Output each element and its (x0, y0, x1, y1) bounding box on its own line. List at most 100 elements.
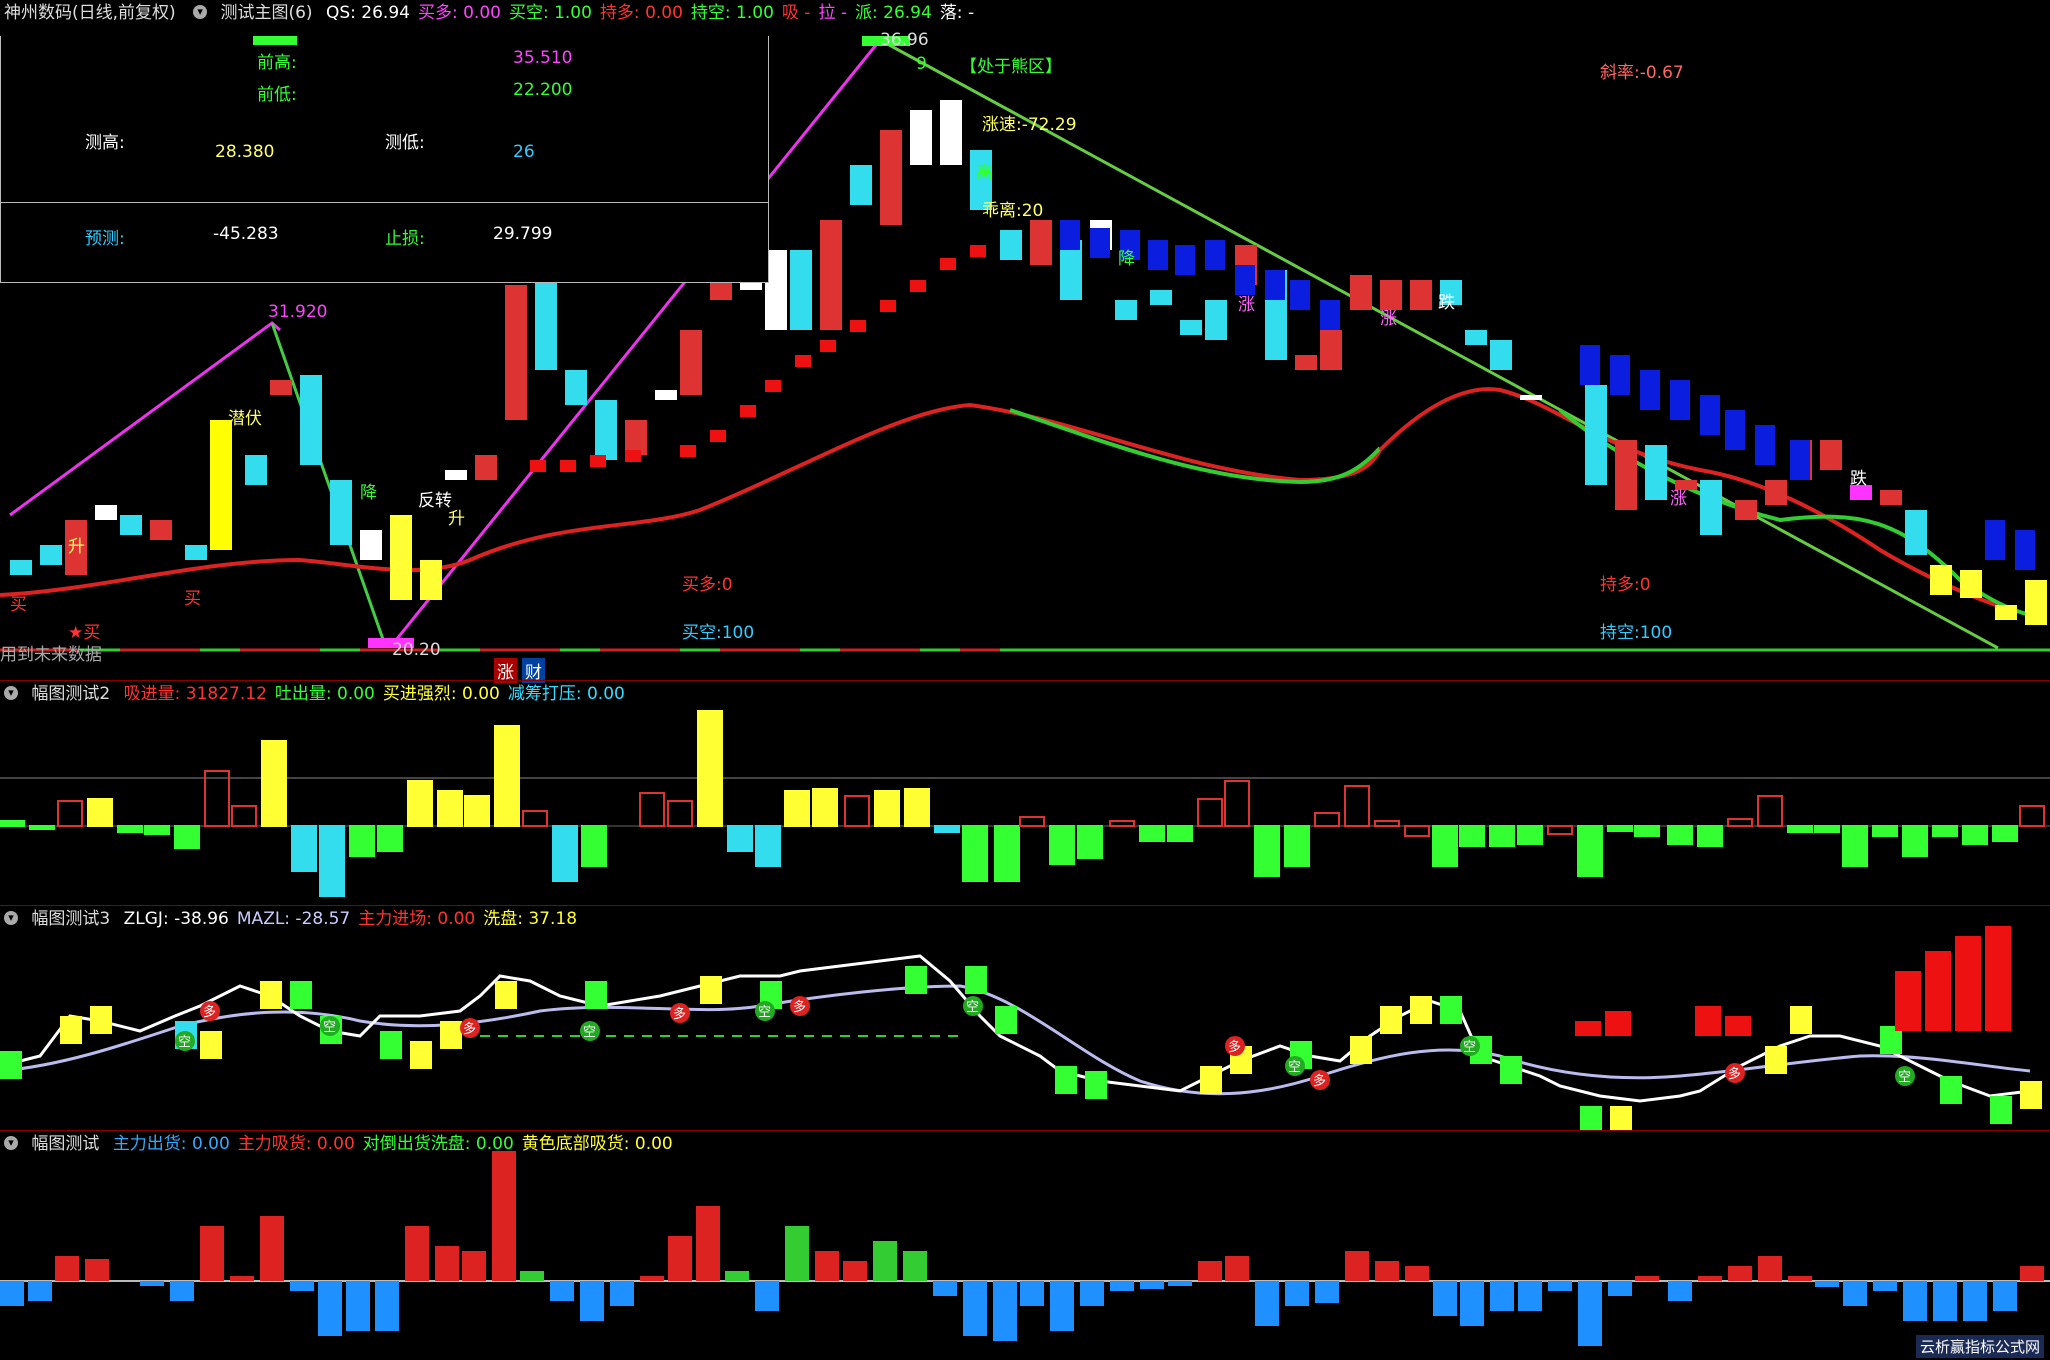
p4-bar (290, 1281, 314, 1291)
p4-bar (1963, 1281, 1987, 1321)
p2-bar (1374, 820, 1400, 827)
p4-bar (1255, 1281, 1279, 1326)
kong-tag-text: 空 (758, 1005, 771, 1020)
duo-tag-text: 多 (1313, 1073, 1326, 1089)
p4-bar (435, 1246, 459, 1281)
red-dash (530, 460, 546, 472)
p2-bar (784, 790, 810, 827)
p2-bar (844, 795, 870, 827)
p3-square (410, 1041, 432, 1069)
duo-tag-text: 多 (793, 999, 806, 1015)
ma-curve-red-2 (1378, 387, 2011, 612)
p2-bar (1489, 825, 1515, 847)
p3-square (585, 981, 607, 1009)
deviation-label: 乖离:20 (982, 201, 1044, 221)
blue-dash (1790, 440, 1810, 480)
candle (535, 280, 557, 370)
p3-square (380, 1031, 402, 1059)
p4-bar (1285, 1281, 1309, 1306)
p2-bar (57, 800, 83, 827)
p3-red-bar (1695, 1006, 1721, 1036)
p4-bar (550, 1281, 574, 1301)
p4-bar (1050, 1281, 1074, 1331)
kong-tag-text: 空 (1898, 1070, 1911, 1085)
p4-bar (405, 1226, 429, 1281)
p2-bar (639, 792, 665, 827)
hidden-label: 潜伏 (228, 409, 262, 429)
measure-low-label: 测低: (385, 133, 425, 153)
candle (1115, 300, 1137, 320)
p2-bar (1842, 825, 1868, 867)
blue-dash (2015, 530, 2035, 570)
p2-bar (1547, 825, 1573, 835)
p4-bar (1728, 1266, 1752, 1281)
p4-bar (346, 1281, 370, 1331)
main-chart-panel[interactable]: 神州数码(日线,前复权) ▾ 测试主图(6) QS: 26.94 买多: 0.00… (0, 0, 2050, 683)
p4-bar (0, 1281, 24, 1306)
p2-bar (1224, 780, 1250, 827)
p4-bar (1873, 1281, 1897, 1291)
p2-bar (29, 825, 55, 830)
duo-tag-text: 多 (1728, 1066, 1741, 1082)
p2-bar (697, 710, 723, 827)
p4-bar (55, 1256, 79, 1281)
p3-square (1940, 1076, 1962, 1104)
blue-dash (1265, 270, 1285, 300)
p3-square (1765, 1046, 1787, 1074)
prev-high-value: 35.510 (513, 48, 573, 68)
jump-label: 跌 (1438, 293, 1455, 313)
kong-tag-text: 空 (1288, 1060, 1301, 1075)
jump-label-2: 跌 (1850, 469, 1867, 489)
rise-label-3: 涨 (1670, 489, 1687, 509)
p4-bar (230, 1276, 254, 1281)
p2-bar (1344, 785, 1370, 827)
sub-chart-4-bars[interactable] (0, 1131, 2050, 1360)
p2-bar (319, 825, 345, 897)
candle (1410, 280, 1432, 310)
candle (475, 455, 497, 480)
peak-price-label: 36.96 (880, 30, 929, 50)
p4-bar (696, 1206, 720, 1281)
red-dash (850, 320, 866, 332)
p3-red-bar (1925, 951, 1951, 1031)
hold-short-label: 持空:100 (1600, 623, 1673, 643)
sub-chart-3-lines[interactable]: 多多多 多多多 多空空 空空 空空空空 (0, 906, 2050, 1130)
p4-bar (640, 1276, 664, 1281)
duo-tag-text: 多 (203, 1004, 216, 1020)
p2-bar (174, 825, 200, 849)
sub-chart-2-bars[interactable] (0, 681, 2050, 905)
sub-chart-3[interactable]: ▾ 幅图测试3 ZLGJ: -38.96 MAZL: -28.57 主力进场: 0.… (0, 906, 2050, 1130)
candle (95, 505, 117, 520)
p4-bar (520, 1271, 544, 1281)
p2-bar (1197, 798, 1223, 827)
red-dash (880, 300, 896, 312)
p4-bar (668, 1236, 692, 1281)
sub-chart-2[interactable]: ▾ 幅图测试2 吸进量: 31827.12 吐出量: 0.00 买进强烈: 0.00… (0, 681, 2050, 905)
p4-bar (903, 1251, 927, 1281)
blue-dash (1205, 240, 1225, 270)
p4-bar (1375, 1261, 1399, 1281)
p3-red-bar (1895, 971, 1921, 1031)
candle (390, 515, 412, 600)
watermark: 云析赢指标公式网 (1915, 1335, 2044, 1358)
p2-bar (1404, 825, 1430, 837)
p2-bar (87, 798, 113, 827)
p2-bar (1577, 825, 1603, 877)
p4-bar (1698, 1276, 1722, 1281)
p2-bar (1902, 825, 1928, 857)
p2-bar (1607, 825, 1633, 832)
p4-bar (610, 1281, 634, 1306)
candle (850, 165, 872, 205)
low-2020-label: 20.20 (392, 640, 441, 660)
p3-square (1610, 1106, 1632, 1130)
p4-bar (843, 1261, 867, 1281)
p2-bar (904, 788, 930, 827)
ma-curve-red (0, 402, 1382, 597)
p3-square (0, 1051, 22, 1079)
p2-bar (1634, 825, 1660, 837)
sub-chart-4[interactable]: ▾ 幅图测试 主力出货: 0.00 主力吸货: 0.00 对倒出货洗盘: 0.00 黄… (0, 1131, 2050, 1360)
p2-bar (1049, 825, 1075, 865)
p2-bar (522, 810, 548, 827)
red-dash (910, 280, 926, 292)
p3-square (1440, 996, 1462, 1024)
